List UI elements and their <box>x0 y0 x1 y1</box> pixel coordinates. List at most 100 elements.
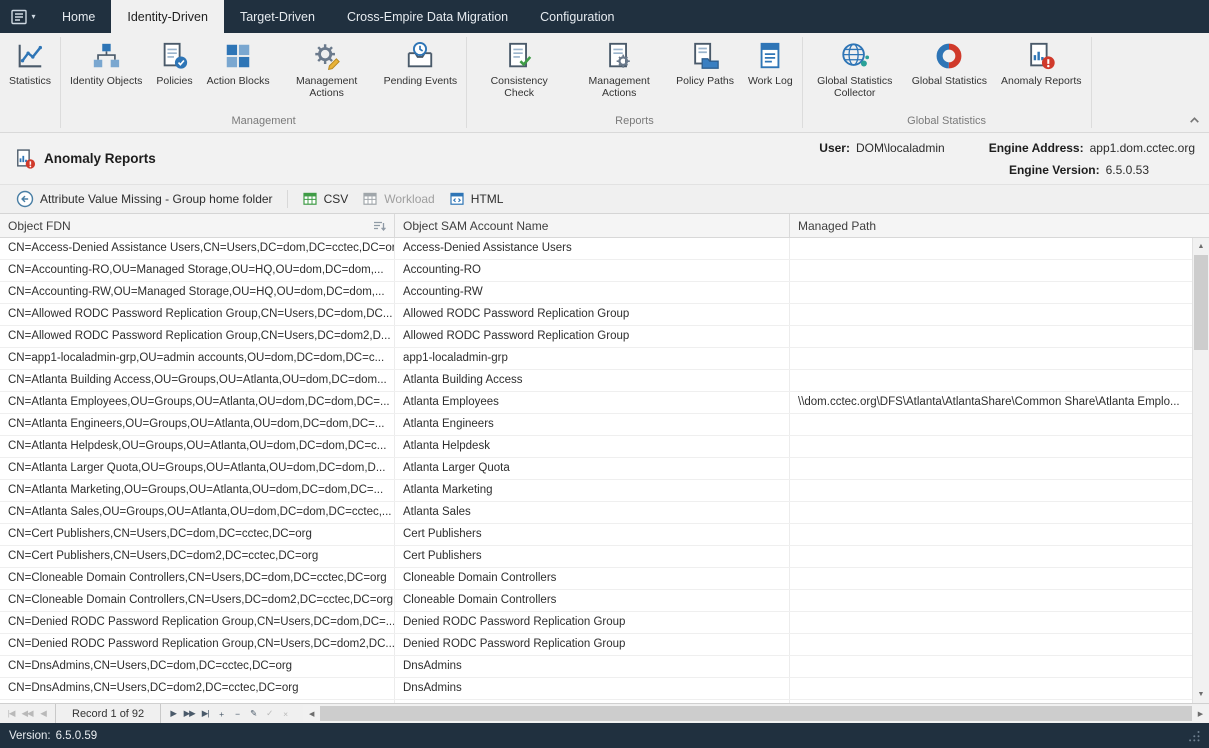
nav-edit-record-button[interactable]: ✎ <box>245 705 261 723</box>
cell-object-sam-account-name: Atlanta Sales <box>395 502 790 523</box>
column-header-managed-path[interactable]: Managed Path <box>790 214 1192 237</box>
nav-end-edit-button[interactable]: ✓ <box>261 705 277 723</box>
tab-identity-driven[interactable]: Identity-Driven <box>111 0 224 33</box>
column-header-label: Managed Path <box>798 219 876 233</box>
ribbon-button-statistics[interactable]: Statistics <box>2 38 58 90</box>
ribbon-group-label: Management <box>61 114 466 132</box>
engine-version-value: 6.5.0.53 <box>1106 163 1149 177</box>
workload-button-label: Workload <box>384 192 434 206</box>
nav-delete-record-button[interactable]: − <box>229 705 245 723</box>
table-row[interactable]: CN=Cert Publishers,CN=Users,DC=dom,DC=cc… <box>0 524 1192 546</box>
nav-last-record-button[interactable]: ▶| <box>197 705 213 723</box>
ribbon-button-policy-paths[interactable]: Policy Paths <box>669 38 741 90</box>
ribbon-group-label <box>0 126 60 132</box>
table-row[interactable]: CN=Allowed RODC Password Replication Gro… <box>0 326 1192 348</box>
table-row[interactable]: CN=Accounting-RW,OU=Managed Storage,OU=H… <box>0 282 1192 304</box>
table-row[interactable]: CN=Atlanta Helpdesk,OU=Groups,OU=Atlanta… <box>0 436 1192 458</box>
nav-next-page-button[interactable]: ▶▶ <box>181 705 197 723</box>
table-row[interactable]: CN=Denied RODC Password Replication Grou… <box>0 634 1192 656</box>
ribbon-button-global-statistics[interactable]: Global Statistics <box>905 38 994 90</box>
scroll-up-arrow-icon[interactable]: ▲ <box>1193 238 1209 255</box>
record-indicator: Record 1 of 92 <box>55 704 161 723</box>
scroll-down-arrow-icon[interactable]: ▼ <box>1193 686 1209 703</box>
ribbon-button-work-log[interactable]: Work Log <box>741 38 800 90</box>
nav-next-record-button[interactable]: ▶ <box>165 705 181 723</box>
table-row[interactable]: CN=Atlanta Marketing,OU=Groups,OU=Atlant… <box>0 480 1192 502</box>
cell-object-sam-account-name: Access-Denied Assistance Users <box>395 238 790 259</box>
tab-target-driven[interactable]: Target-Driven <box>224 0 331 33</box>
ribbon-button-identity-objects[interactable]: Identity Objects <box>63 38 149 90</box>
engine-address-label: Engine Address: <box>989 141 1084 155</box>
table-row[interactable]: CN=Allowed RODC Password Replication Gro… <box>0 304 1192 326</box>
cell-object-sam-account-name: Cert Publishers <box>395 524 790 545</box>
table-row[interactable]: CN=DnsAdmins,CN=Users,DC=dom2,DC=cctec,D… <box>0 678 1192 700</box>
management-actions-icon <box>312 41 342 71</box>
horizontal-scrollbar-track[interactable] <box>320 705 1192 722</box>
table-row[interactable]: CN=Cert Publishers,CN=Users,DC=dom2,DC=c… <box>0 546 1192 568</box>
nav-cancel-edit-button[interactable]: × <box>277 705 293 723</box>
ribbon-button-pending-events[interactable]: Pending Events <box>377 38 465 90</box>
vertical-scrollbar[interactable]: ▲ ▼ <box>1192 238 1209 703</box>
table-row[interactable]: CN=Cloneable Domain Controllers,CN=Users… <box>0 590 1192 612</box>
resize-grip-icon[interactable] <box>1188 730 1200 742</box>
ribbon-button-anomaly-reports[interactable]: Anomaly Reports <box>994 38 1089 90</box>
table-row[interactable]: CN=Cloneable Domain Controllers,CN=Users… <box>0 568 1192 590</box>
nav-prior-page-button[interactable]: ◀◀ <box>19 705 35 723</box>
management-actions-report-icon <box>604 41 634 71</box>
cell-object-fdn: CN=Atlanta Employees,OU=Groups,OU=Atlant… <box>0 392 395 413</box>
nav-append-record-button[interactable]: + <box>213 705 229 723</box>
workload-button[interactable]: Workload <box>355 188 441 210</box>
ribbon-button-policies[interactable]: Policies <box>149 38 199 90</box>
table-row[interactable]: CN=Denied RODC Password Replication Grou… <box>0 612 1192 634</box>
ribbon-button-action-blocks[interactable]: Action Blocks <box>200 38 277 90</box>
column-header-object-sam-account-name[interactable]: Object SAM Account Name <box>395 214 790 237</box>
table-row[interactable]: CN=app1-localadmin-grp,OU=admin accounts… <box>0 348 1192 370</box>
table-row[interactable]: CN=Access-Denied Assistance Users,CN=Use… <box>0 238 1192 260</box>
scroll-right-arrow-icon[interactable]: ▶ <box>1192 705 1209 722</box>
table-row[interactable]: CN=Atlanta Sales,OU=Groups,OU=Atlanta,OU… <box>0 502 1192 524</box>
ribbon-button-label: Action Blocks <box>207 75 270 87</box>
cell-object-sam-account-name: Atlanta Marketing <box>395 480 790 501</box>
table-row[interactable]: CN=DnsAdmins,CN=Users,DC=dom,DC=cctec,DC… <box>0 656 1192 678</box>
vertical-scrollbar-track[interactable] <box>1193 255 1209 686</box>
ribbon-button-label: Work Log <box>748 75 793 87</box>
tab-home[interactable]: Home <box>46 0 111 33</box>
global-statistics-icon <box>934 41 964 71</box>
page-header: Anomaly Reports User: DOM\localadmin Eng… <box>0 133 1209 185</box>
cell-object-sam-account-name: Accounting-RW <box>395 282 790 303</box>
table-row[interactable]: CN=Accounting-RO,OU=Managed Storage,OU=H… <box>0 260 1192 282</box>
table-row[interactable]: CN=Atlanta Employees,OU=Groups,OU=Atlant… <box>0 392 1192 414</box>
nav-first-record-button[interactable]: |◀ <box>3 705 19 723</box>
cell-managed-path <box>790 260 1192 281</box>
tab-configuration[interactable]: Configuration <box>524 0 630 33</box>
horizontal-scrollbar-thumb[interactable] <box>320 706 1192 721</box>
ribbon-button-label: Anomaly Reports <box>1001 75 1082 87</box>
cell-object-sam-account-name: DnsAdmins <box>395 678 790 699</box>
user-info: User: DOM\localadmin <box>819 141 944 155</box>
ribbon-button-management-actions[interactable]: Management Actions <box>277 38 377 103</box>
ribbon-button-label: Management Actions <box>576 75 662 100</box>
record-navigator-left-buttons: |◀◀◀◀ <box>3 705 51 723</box>
ribbon-button-management-actions[interactable]: Management Actions <box>569 38 669 103</box>
csv-button[interactable]: CSV <box>295 188 356 210</box>
html-button[interactable]: HTML <box>442 188 511 210</box>
app-menu-button[interactable]: ▾ <box>0 0 46 33</box>
grid-body: CN=Access-Denied Assistance Users,CN=Use… <box>0 238 1209 703</box>
table-row[interactable]: CN=Atlanta Building Access,OU=Groups,OU=… <box>0 370 1192 392</box>
nav-prior-record-button[interactable]: ◀ <box>35 705 51 723</box>
tab-cross-empire-data-migration[interactable]: Cross-Empire Data Migration <box>331 0 524 33</box>
ribbon-button-global-statistics-collector[interactable]: Global Statistics Collector <box>805 38 905 103</box>
table-row[interactable]: CN=Atlanta Engineers,OU=Groups,OU=Atlant… <box>0 414 1192 436</box>
ribbon-button-consistency-check[interactable]: Consistency Check <box>469 38 569 103</box>
cell-managed-path <box>790 678 1192 699</box>
horizontal-scrollbar[interactable]: ◀ ▶ <box>303 705 1209 722</box>
status-version: Version: 6.5.0.59 <box>9 730 97 742</box>
table-row[interactable]: CN=Atlanta Larger Quota,OU=Groups,OU=Atl… <box>0 458 1192 480</box>
ribbon-collapse-button[interactable] <box>1188 114 1201 127</box>
vertical-scrollbar-thumb[interactable] <box>1194 255 1208 350</box>
scroll-left-arrow-icon[interactable]: ◀ <box>303 705 320 722</box>
cell-object-fdn: CN=Access-Denied Assistance Users,CN=Use… <box>0 238 395 259</box>
column-header-object-fdn[interactable]: Object FDN <box>0 214 395 237</box>
cell-managed-path <box>790 458 1192 479</box>
back-button[interactable]: Attribute Value Missing - Group home fol… <box>9 187 280 211</box>
